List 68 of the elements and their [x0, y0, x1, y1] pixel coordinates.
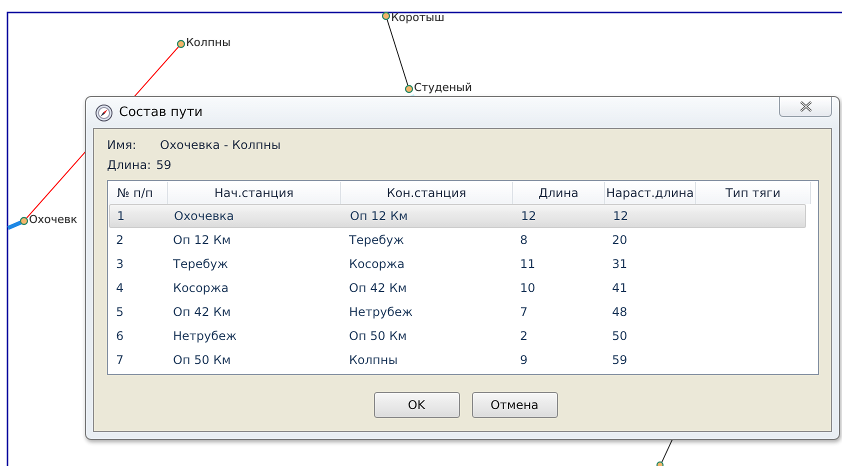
table-cell: 7	[116, 353, 124, 367]
table-cell: Оп 42 Км	[173, 305, 231, 319]
table-cell: Теребуж	[173, 257, 228, 271]
table-cell: 3	[116, 257, 124, 271]
table-cell: Оп 42 Км	[349, 281, 407, 295]
table-cell: Колпны	[349, 353, 398, 367]
table-cell: 6	[116, 329, 124, 343]
table-cell: 2	[116, 233, 124, 247]
close-icon	[798, 101, 812, 112]
table-cell: 48	[612, 305, 628, 319]
selected-row[interactable]: 1 Охочевка Оп 12 Км 12 12	[109, 204, 806, 228]
table-cell: 7	[520, 305, 528, 319]
station-node[interactable]	[656, 461, 664, 466]
table-cell: Теребуж	[349, 233, 404, 247]
column-header[interactable]: Длина	[513, 182, 605, 204]
table-cell: 12	[521, 209, 536, 223]
ok-button[interactable]: OK	[374, 392, 460, 418]
table-cell: Косоржа	[349, 257, 405, 271]
table-row[interactable]: 6 Нетрубеж Оп 50 Км 2 50	[109, 324, 806, 348]
table-cell: 12	[613, 209, 628, 223]
table-cell: 5	[116, 305, 124, 319]
table-row[interactable]: 2 Оп 12 Км Теребуж 8 20	[109, 228, 806, 252]
table-cell: 11	[520, 257, 536, 271]
field-value: 59	[156, 158, 172, 172]
table-cell: 8	[520, 233, 528, 247]
table-row[interactable]: 4 Косоржа Оп 42 Км 10 41	[109, 276, 806, 300]
field-label: Имя:	[107, 138, 138, 152]
table-cell: Оп 12 Км	[350, 209, 408, 223]
station-node[interactable]	[404, 84, 414, 94]
table-cell: Нетрубеж	[173, 329, 237, 343]
column-header[interactable]: Тип тяги	[696, 182, 811, 204]
table-row[interactable]: 7 Оп 50 Км Колпны 9 59	[109, 348, 806, 372]
table-cell: 9	[520, 353, 528, 367]
station-label: Студеный	[414, 81, 472, 94]
field-label: Длина:	[107, 158, 152, 172]
station-label: Колпны	[186, 36, 231, 49]
window-title: Состав пути	[119, 105, 203, 120]
table-row[interactable]: 3 Теребуж Косоржа 11 31	[109, 252, 806, 276]
table-cell: 20	[612, 233, 628, 247]
column-header[interactable]: Кон.станция	[341, 182, 513, 204]
table-cell: 31	[612, 257, 628, 271]
compass-icon	[95, 104, 113, 122]
table-cell: 59	[612, 353, 628, 367]
table-cell: Оп 50 Км	[349, 329, 407, 343]
track-line	[660, 438, 674, 464]
table-cell: 2	[520, 329, 528, 343]
station-node[interactable]	[20, 216, 28, 226]
column-header[interactable]: Нараст.длина	[605, 182, 696, 204]
table-row[interactable]: 5 Оп 42 Км Нетрубеж 7 48	[109, 300, 806, 324]
close-button[interactable]	[779, 97, 832, 117]
table-cell: 50	[612, 329, 628, 343]
table-cell: Охочевка	[174, 209, 234, 223]
column-header[interactable]: № п/п	[109, 182, 168, 204]
column-header[interactable]: Нач.станция	[168, 182, 341, 204]
table-cell: 1	[117, 209, 125, 223]
table-cell: Косоржа	[173, 281, 229, 295]
cancel-button[interactable]: Отмена	[472, 392, 558, 418]
station-label: Коротыш	[391, 11, 444, 24]
field-value: Охочевка - Колпны	[160, 138, 281, 152]
table-cell: Нетрубеж	[349, 305, 413, 319]
table-cell: 10	[520, 281, 536, 295]
table-cell: 4	[116, 281, 124, 295]
station-node[interactable]	[382, 12, 390, 20]
station-node[interactable]	[176, 40, 186, 48]
table-cell: Оп 12 Км	[173, 233, 231, 247]
station-label: Охочевк	[29, 213, 78, 226]
table-cell: Оп 50 Км	[173, 353, 231, 367]
table-cell: 41	[612, 281, 628, 295]
